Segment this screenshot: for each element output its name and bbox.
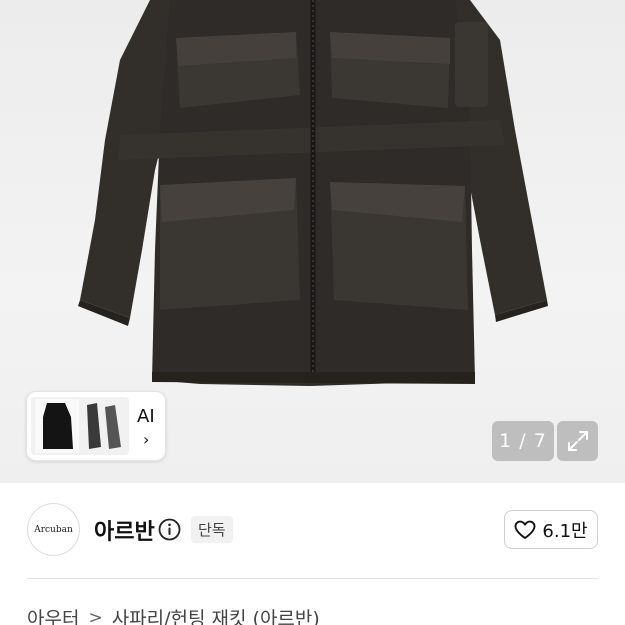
like-button[interactable]: 6.1만: [504, 510, 598, 549]
brand-name[interactable]: 아르반: [94, 514, 155, 546]
info-icon[interactable]: [158, 518, 181, 541]
breadcrumb: 아우터 > 사파리/헌팅 재킷 (아르반): [27, 604, 320, 625]
heart-icon: [514, 520, 536, 539]
thumbnail-strip: [31, 397, 129, 455]
divider: [27, 578, 598, 579]
brand-logo[interactable]: Arcuban: [27, 503, 80, 556]
ai-label: AI: [137, 406, 155, 427]
breadcrumb-item-outer[interactable]: 아우터: [27, 604, 79, 625]
chevron-right-icon: ›: [143, 430, 150, 449]
image-counter: 1 / 7: [492, 421, 554, 461]
product-image-gallery[interactable]: AI › 1 / 7: [0, 0, 625, 483]
expand-icon: [567, 431, 588, 451]
ai-similar-items-card[interactable]: AI ›: [26, 391, 166, 461]
exclusive-badge: 단독: [191, 516, 233, 543]
breadcrumb-separator: >: [88, 607, 103, 625]
breadcrumb-item-safari-jacket[interactable]: 사파리/헌팅 재킷 (아르반): [112, 604, 320, 625]
expand-button[interactable]: [557, 421, 598, 461]
like-count: 6.1만: [542, 520, 588, 542]
